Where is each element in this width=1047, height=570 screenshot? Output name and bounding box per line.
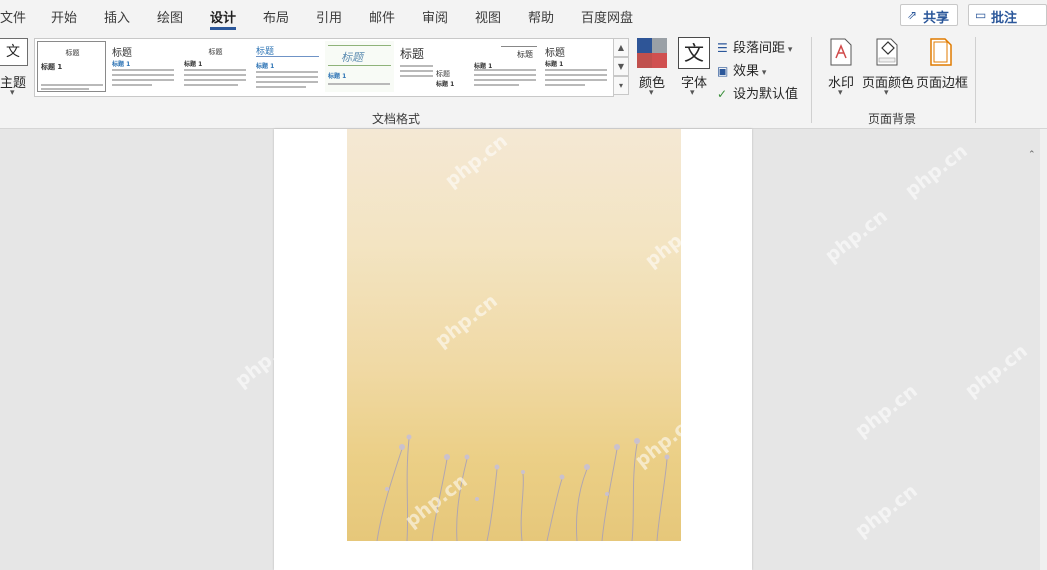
tab-review[interactable]: 审阅 [422,7,448,26]
document-page[interactable] [274,129,752,570]
chevron-down-icon: ▾ [884,88,889,98]
page-color-button[interactable]: 页面颜色 ▾ [862,36,914,102]
watermark-overlay: php.cn [850,479,922,543]
active-tab-indicator [210,27,236,30]
page-background-image [347,129,681,541]
watermark-overlay: php.cn [900,139,972,203]
watermark-icon [830,38,852,66]
share-icon: ⇗ [907,8,918,22]
tab-file[interactable]: 文件 [0,7,26,26]
style-set-3[interactable]: 标题 标题 1 [181,41,250,92]
gallery-scroll-down-icon[interactable]: ▼ [613,57,629,76]
share-button[interactable]: ⇗ 共享 [900,4,958,26]
color-swatch-blue [637,38,652,53]
comments-label: 批注 [991,11,1018,26]
ribbon-design: 文 主题 ▾ 标题 标题 1 标题 标题 1 标题 标题 1 标题 标题 1 标… [0,33,1047,160]
page-borders-button[interactable]: 页面边框 [916,36,968,102]
style-set-7[interactable]: 标题 标题 1 [433,41,469,92]
color-swatch-gray [652,38,667,53]
tab-references[interactable]: 引用 [316,7,342,26]
style-set-2[interactable]: 标题 标题 1 [109,41,178,92]
group-label-page-background: 页面背景 [868,112,917,126]
gallery-scroller: ▲ ▼ ▾ [613,38,629,95]
group-separator [811,37,812,123]
ribbon-tabs: 文件 开始 插入 绘图 设计 布局 引用 邮件 审阅 视图 帮助 百度网盘 ⇗ … [0,0,1047,33]
document-style-gallery: 标题 标题 1 标题 标题 1 标题 标题 1 标题 标题 1 标题 标题 1 … [34,38,614,97]
style-set-5[interactable]: 标题 标题 1 [325,41,394,92]
effects-button[interactable]: ▣ 效果 ▾ [717,60,766,79]
set-as-default-button[interactable]: ✓ 设为默认值 [717,83,798,102]
group-separator [975,37,976,123]
page-color-icon [876,38,898,66]
chevron-down-icon: ▾ [649,88,654,98]
tab-mailings[interactable]: 邮件 [369,7,395,26]
fonts-icon: 文 [678,37,710,69]
watermark-overlay: php.cn [820,204,892,268]
chevron-down-icon: ▾ [10,88,15,98]
gallery-scroll-up-icon[interactable]: ▲ [613,38,629,57]
color-swatch-red2 [652,53,667,68]
tab-view[interactable]: 视图 [475,7,501,26]
tab-baidu-netdisk[interactable]: 百度网盘 [581,7,633,26]
watermark-overlay: php.cn [850,379,922,443]
style-set-8[interactable]: 标题 标题 1 [471,41,540,92]
style-set-9[interactable]: 标题 标题 1 [542,41,611,92]
watermark-overlay: php.cn [960,339,1032,403]
tab-insert[interactable]: 插入 [104,7,130,26]
gallery-expand-icon[interactable]: ▾ [613,76,629,95]
tab-layout[interactable]: 布局 [263,7,289,26]
tab-draw[interactable]: 绘图 [157,7,183,26]
page-borders-icon [930,38,952,66]
share-label: 共享 [923,11,950,26]
paragraph-spacing-icon: ☰ [717,41,728,55]
chevron-down-icon: ▾ [838,88,843,98]
effects-icon: ▣ [717,64,729,78]
style-set-4[interactable]: 标题 标题 1 [253,41,322,92]
fonts-button[interactable]: 文 字体 ▾ [677,36,712,102]
tab-design[interactable]: 设计 [210,7,236,26]
checkmark-icon: ✓ [717,87,728,101]
themes-button[interactable]: 文 主题 ▾ [0,36,30,102]
style-set-1[interactable]: 标题 标题 1 [37,41,106,92]
group-label-document-format: 文档格式 [372,112,421,126]
colors-button[interactable]: 颜色 ▾ [634,36,672,102]
paragraph-spacing-button[interactable]: ☰ 段落间距 ▾ [717,37,792,56]
dried-flowers-illustration [376,434,670,541]
themes-icon: 文 [0,38,28,66]
tab-help[interactable]: 帮助 [528,7,554,26]
vertical-scrollbar[interactable] [1040,129,1047,570]
watermark-button[interactable]: 水印 ▾ [826,36,856,102]
chevron-down-icon: ▾ [690,88,695,98]
collapse-ribbon-icon[interactable]: ⌃ [1028,150,1036,160]
tab-home[interactable]: 开始 [51,7,77,26]
comment-icon: ▭ [975,8,987,22]
color-swatch-red [637,53,652,68]
comments-button[interactable]: ▭ 批注 [968,4,1047,26]
